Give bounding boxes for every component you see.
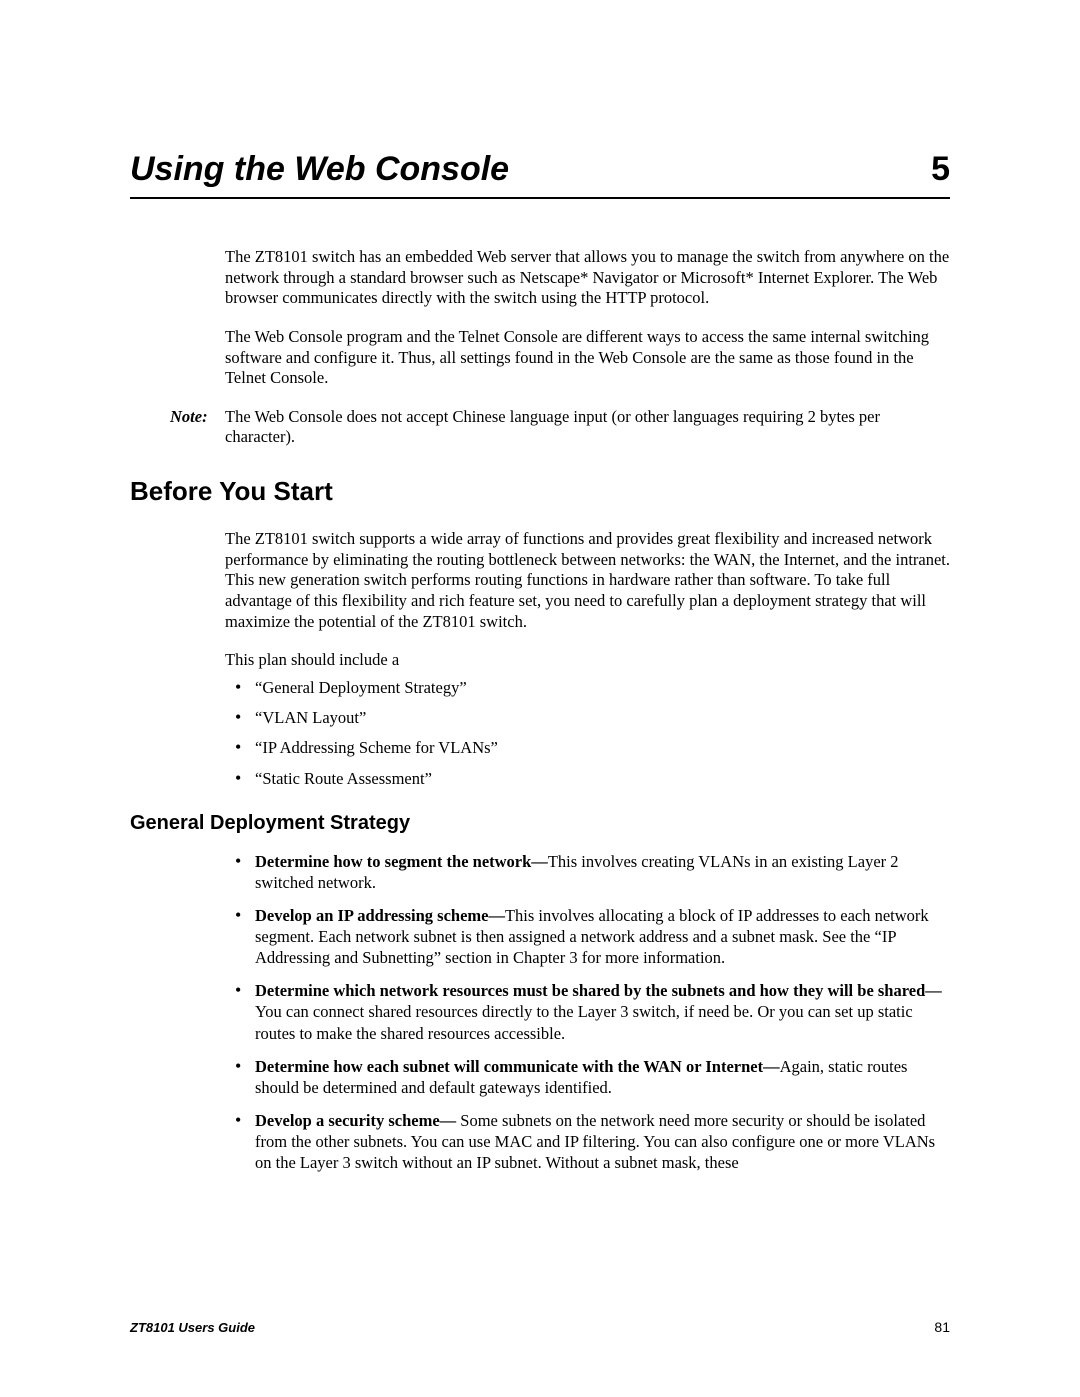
before-you-start-block: The ZT8101 switch supports a wide array …	[225, 529, 950, 790]
item-bold: Determine how to segment the network—	[255, 852, 548, 871]
section-heading-before-you-start: Before You Start	[130, 476, 950, 507]
list-item: “IP Addressing Scheme for VLANs”	[249, 737, 950, 759]
note-block: Note: The Web Console does not accept Ch…	[170, 407, 950, 448]
item-bold: Develop a security scheme—	[255, 1111, 456, 1130]
intro-block: The ZT8101 switch has an embedded Web se…	[225, 247, 950, 389]
content-area: Using the Web Console 5 The ZT8101 switc…	[130, 150, 950, 1185]
strategy-list: Determine how to segment the network—Thi…	[225, 851, 950, 1173]
list-item: Develop an IP addressing scheme—This inv…	[249, 905, 950, 968]
list-item: Determine which network resources must b…	[249, 980, 950, 1043]
list-item: Determine how each subnet will communica…	[249, 1056, 950, 1098]
note-text: The Web Console does not accept Chinese …	[225, 407, 950, 448]
document-page: Using the Web Console 5 The ZT8101 switc…	[0, 0, 1080, 1397]
page-footer: ZT8101 Users Guide 81	[130, 1319, 950, 1335]
chapter-header: Using the Web Console 5	[130, 150, 950, 199]
item-bold: Determine how each subnet will communica…	[255, 1057, 780, 1076]
list-item: “Static Route Assessment”	[249, 768, 950, 790]
chapter-number: 5	[931, 150, 950, 189]
list-item: Determine how to segment the network—Thi…	[249, 851, 950, 893]
item-text: You can connect shared resources directl…	[255, 1002, 913, 1042]
list-item: “VLAN Layout”	[249, 707, 950, 729]
item-bold: Develop an IP addressing scheme—	[255, 906, 505, 925]
before-you-start-p2: This plan should include a	[225, 650, 950, 671]
before-you-start-p1: The ZT8101 switch supports a wide array …	[225, 529, 950, 632]
intro-paragraph-1: The ZT8101 switch has an embedded Web se…	[225, 247, 950, 309]
footer-guide-title: ZT8101 Users Guide	[130, 1320, 255, 1335]
list-item: Develop a security scheme— Some subnets …	[249, 1110, 950, 1173]
strategy-block: Determine how to segment the network—Thi…	[225, 851, 950, 1173]
intro-paragraph-2: The Web Console program and the Telnet C…	[225, 327, 950, 389]
note-label: Note:	[170, 407, 225, 448]
chapter-title: Using the Web Console	[130, 150, 509, 189]
footer-page-number: 81	[934, 1319, 950, 1335]
item-bold: Determine which network resources must b…	[255, 981, 942, 1000]
plan-bullet-list: “General Deployment Strategy” “VLAN Layo…	[225, 677, 950, 790]
list-item: “General Deployment Strategy”	[249, 677, 950, 699]
subsection-heading-general-deployment: General Deployment Strategy	[130, 812, 950, 835]
